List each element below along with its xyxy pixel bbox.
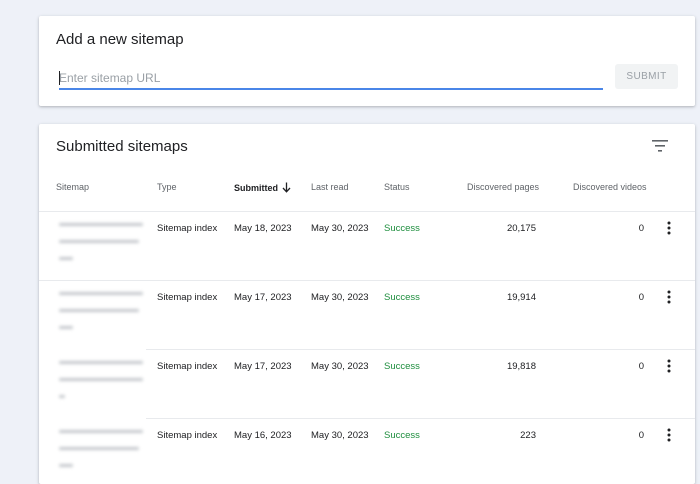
more-options-icon[interactable]: [665, 428, 673, 442]
column-header-submitted[interactable]: Submitted: [234, 182, 291, 193]
table-row[interactable]: Sitemap index May 16, 2023 May 30, 2023 …: [39, 418, 695, 484]
cell-last-read: May 30, 2023: [311, 292, 369, 303]
table-header: Sitemap Type Submitted Last read Status …: [39, 182, 695, 212]
more-options-icon[interactable]: [665, 290, 673, 304]
table-row[interactable]: Sitemap index May 17, 2023 May 30, 2023 …: [39, 349, 695, 418]
row-divider: [39, 211, 695, 212]
cell-discovered-videos: 0: [638, 430, 644, 441]
cell-submitted: May 17, 2023: [234, 292, 292, 303]
cell-type: Sitemap index: [157, 292, 218, 303]
column-header-discovered-videos[interactable]: Discovered videos: [573, 182, 647, 192]
submit-button[interactable]: SUBMIT: [615, 64, 678, 89]
more-options-icon[interactable]: [665, 221, 673, 235]
cell-type: Sitemap index: [157, 430, 218, 441]
sitemap-url-field[interactable]: [59, 68, 603, 90]
more-options-icon[interactable]: [665, 359, 673, 373]
table-row[interactable]: Sitemap index May 18, 2023 May 30, 2023 …: [39, 211, 695, 280]
sitemap-url-blurred[interactable]: [59, 292, 145, 343]
column-header-submitted-label: Submitted: [234, 183, 278, 193]
cell-discovered-pages: 223: [520, 430, 536, 441]
column-header-last-read[interactable]: Last read: [311, 182, 349, 192]
filter-icon[interactable]: [651, 138, 669, 154]
sitemap-url-blurred[interactable]: [59, 223, 145, 274]
cell-submitted: May 18, 2023: [234, 223, 292, 234]
column-header-status[interactable]: Status: [384, 182, 410, 192]
submitted-sitemaps-title: Submitted sitemaps: [56, 138, 188, 155]
cell-last-read: May 30, 2023: [311, 361, 369, 372]
cell-status: Success: [384, 361, 420, 372]
cell-type: Sitemap index: [157, 223, 218, 234]
add-sitemap-title: Add a new sitemap: [56, 31, 184, 48]
sitemap-url-blurred[interactable]: [59, 361, 145, 412]
cell-last-read: May 30, 2023: [311, 430, 369, 441]
cell-discovered-videos: 0: [638, 292, 644, 303]
cell-last-read: May 30, 2023: [311, 223, 369, 234]
cell-submitted: May 17, 2023: [234, 361, 292, 372]
column-header-discovered-pages[interactable]: Discovered pages: [467, 182, 539, 192]
cell-status: Success: [384, 223, 420, 234]
column-header-sitemap[interactable]: Sitemap: [56, 182, 89, 192]
cell-discovered-pages: 19,818: [506, 361, 536, 372]
submitted-sitemaps-card: Submitted sitemaps Sitemap Type Submitte…: [39, 124, 695, 484]
cell-discovered-videos: 0: [638, 223, 644, 234]
sitemap-url-input[interactable]: [59, 68, 603, 88]
add-sitemap-card: Add a new sitemap SUBMIT: [39, 16, 695, 106]
cell-discovered-videos: 0: [638, 361, 644, 372]
text-caret: [59, 71, 60, 85]
table-row[interactable]: Sitemap index May 17, 2023 May 30, 2023 …: [39, 280, 695, 349]
cell-discovered-pages: 20,175: [506, 223, 536, 234]
column-header-type[interactable]: Type: [157, 182, 177, 192]
cell-submitted: May 16, 2023: [234, 430, 292, 441]
sitemap-url-blurred[interactable]: [59, 430, 145, 481]
row-divider: [146, 349, 695, 350]
row-divider: [39, 280, 695, 281]
sort-descending-icon: [282, 182, 291, 193]
cell-status: Success: [384, 430, 420, 441]
cell-type: Sitemap index: [157, 361, 218, 372]
row-divider: [146, 418, 695, 419]
cell-status: Success: [384, 292, 420, 303]
cell-discovered-pages: 19,914: [506, 292, 536, 303]
